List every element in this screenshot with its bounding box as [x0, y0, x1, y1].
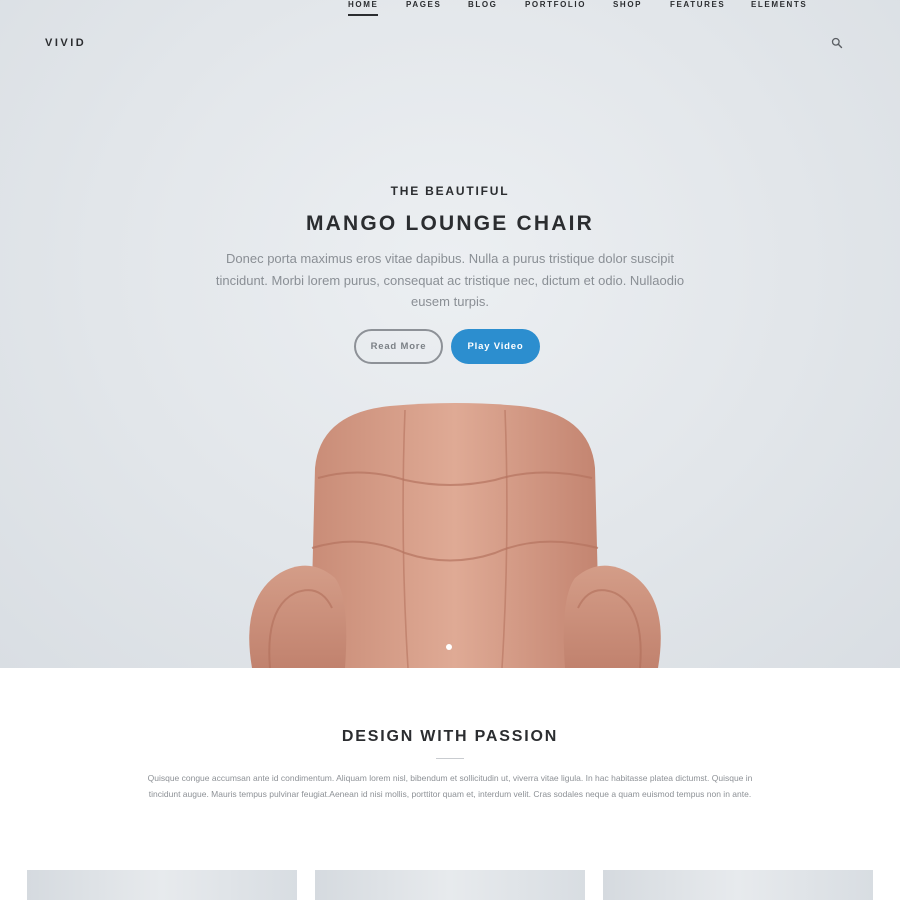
nav-item-blog[interactable]: BLOG [468, 0, 498, 9]
nav-item-shop[interactable]: SHOP [613, 0, 642, 9]
slider-dot-active[interactable] [446, 644, 452, 650]
feature-card-image[interactable] [603, 870, 873, 900]
search-icon[interactable] [831, 37, 843, 49]
lounge-chair-image [249, 403, 661, 668]
nav-item-pages[interactable]: PAGES [406, 0, 441, 9]
hero-subtitle: THE BEAUTIFUL [390, 184, 510, 198]
nav-item-elements[interactable]: ELEMENTS [751, 0, 807, 9]
hero-description: Donec porta maximus eros vitae dapibus. … [215, 251, 685, 309]
nav-item-features[interactable]: FEATURES [670, 0, 725, 9]
hero-title: MANGO LOUNGE CHAIR [305, 212, 595, 235]
play-video-button[interactable]: Play Video [451, 329, 540, 364]
section-description: Quisque congue accumsan ante id condimen… [147, 773, 753, 799]
site-logo[interactable]: VIVID [45, 37, 86, 49]
feature-card-image[interactable] [27, 870, 297, 900]
read-more-button[interactable]: Read More [354, 329, 443, 364]
section-title: DESIGN WITH PASSION [341, 728, 559, 745]
nav-item-home[interactable]: HOME [348, 0, 379, 16]
title-divider [436, 758, 464, 759]
hero-section: VIVID HOME PAGES BLOG PORTFOLIO SHOP FEA… [0, 0, 900, 668]
nav-item-portfolio[interactable]: PORTFOLIO [525, 0, 586, 9]
feature-card-image[interactable] [315, 870, 585, 900]
